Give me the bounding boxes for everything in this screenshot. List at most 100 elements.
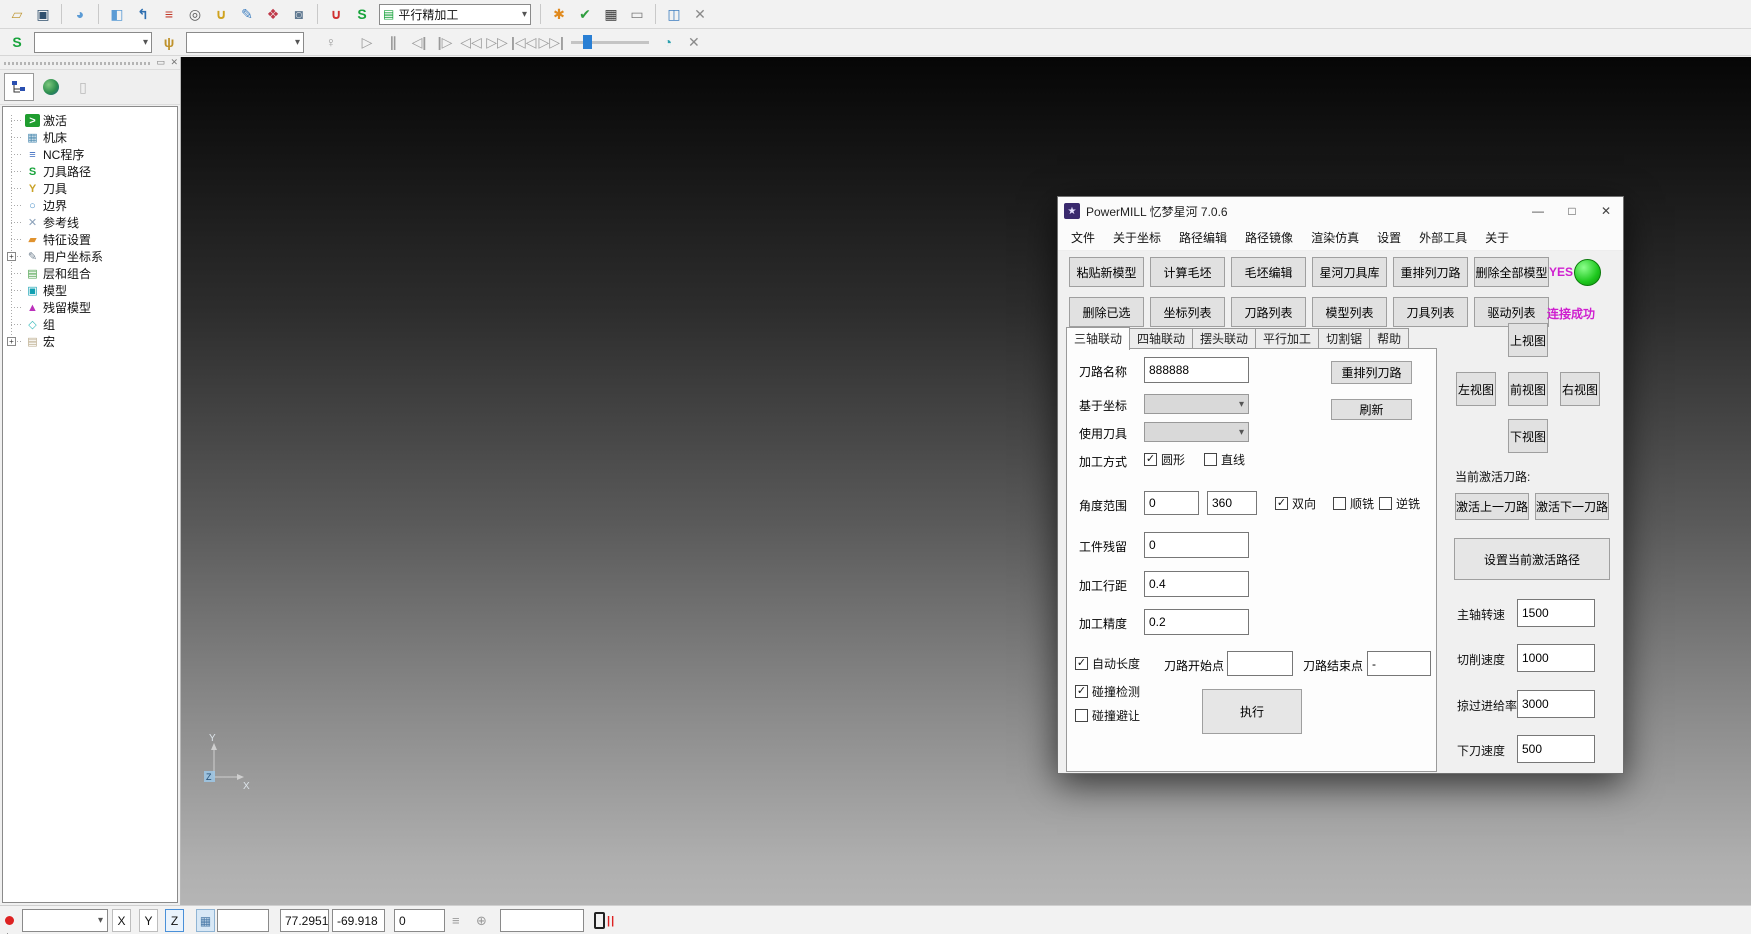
panel-grip[interactable]: ▭ ✕ [0,57,180,70]
coord-z-field[interactable]: 0 [394,909,445,932]
tab-帮助[interactable]: 帮助 [1370,328,1409,349]
boundary-icon[interactable]: ∪ [209,3,233,25]
view-top-button[interactable]: 上视图 [1508,323,1548,357]
menu-文件[interactable]: 文件 [1062,227,1104,249]
dialog-button-重排列刀路[interactable]: 重排列刀路 [1393,257,1468,287]
dialog-button-刀具列表[interactable]: 刀具列表 [1393,297,1468,327]
refresh-button[interactable]: 刷新 [1331,399,1412,420]
tab-三轴联动[interactable]: 三轴联动 [1066,327,1130,350]
close-button[interactable]: ✕ [1589,197,1623,225]
tree-item-groups[interactable]: ◇组 [3,316,177,333]
collision-check-icon[interactable]: ✱ [547,3,571,25]
dialog-button-坐标列表[interactable]: 坐标列表 [1150,297,1225,327]
conventional-checkbox[interactable] [1379,497,1392,510]
clipboard-icon[interactable]: || [594,909,615,932]
activate-next-toolpath-button[interactable]: 激活下一刀路 [1535,493,1609,520]
expand-plus-icon[interactable]: + [7,337,16,346]
view-right-button[interactable]: 右视图 [1560,372,1600,406]
grid-size-field[interactable] [217,909,269,932]
axis-z-button[interactable]: Z [165,909,184,932]
dialog-button-星河刀具库[interactable]: 星河刀具库 [1312,257,1387,287]
rewind-icon[interactable]: ◁◁ [459,31,483,53]
axis-y-button[interactable]: Y [139,909,158,932]
stepover-input[interactable] [1144,571,1249,597]
explorer-trash-tab[interactable]: ▯ [68,73,98,101]
slider-handle[interactable] [583,35,592,49]
explorer-globe-tab[interactable] [36,73,66,101]
pattern-icon[interactable]: ✎ [235,3,259,25]
coord-y-field[interactable]: -69.918 [332,909,385,932]
dialog-button-粘贴新模型[interactable]: 粘贴新模型 [1069,257,1144,287]
coord-x-field[interactable]: 77.2951 [280,909,329,932]
menu-渲染仿真[interactable]: 渲染仿真 [1302,227,1368,249]
reorder-toolpaths-button[interactable]: 重排列刀路 [1331,361,1412,384]
menu-关于[interactable]: 关于 [1476,227,1518,249]
angle-from-input[interactable] [1144,491,1199,515]
clock-icon[interactable]: ◔ [656,31,680,53]
start-point-input[interactable] [1227,651,1293,676]
tool-create-icon[interactable]: ◎ [183,3,207,25]
tree-item-patterns[interactable]: ✕参考线 [3,214,177,231]
viewport[interactable]: Y X Z ★ PowerMILL 忆梦星河 7.0.6 — □ ✕ 文件关于坐… [181,57,1751,905]
collision-avoid-checkbox[interactable] [1075,709,1088,722]
float-panel-icon[interactable]: ▭ [156,57,165,67]
tree-item-activate[interactable]: >激活 [3,112,177,129]
menu-设置[interactable]: 设置 [1368,227,1410,249]
dialog-button-模型列表[interactable]: 模型列表 [1312,297,1387,327]
close-toolbar-icon[interactable]: ✕ [682,31,706,53]
menu-外部工具[interactable]: 外部工具 [1410,227,1476,249]
view-bottom-button[interactable]: 下视图 [1508,419,1548,453]
end-point-input[interactable] [1367,651,1431,676]
dialog-button-刀路列表[interactable]: 刀路列表 [1231,297,1306,327]
calculator-icon[interactable]: ▦ [599,3,623,25]
angle-to-input[interactable] [1207,491,1257,515]
simulation-speed-slider[interactable] [571,34,649,50]
toolpath-create-icon[interactable]: ↰ [131,3,155,25]
dialog-button-毛坯编辑[interactable]: 毛坯编辑 [1231,257,1306,287]
auto-length-checkbox[interactable]: ✓ [1075,657,1088,670]
minimize-button[interactable]: — [1521,197,1555,225]
line-checkbox[interactable] [1204,453,1217,466]
tool-pair-icon[interactable]: ◫ [662,3,686,25]
block-icon[interactable]: ◧ [105,3,129,25]
tree-item-toolpaths[interactable]: S刀具路径 [3,163,177,180]
feature-set-icon[interactable]: ◙ [287,3,311,25]
close-toolbar-icon[interactable]: ✕ [688,3,712,25]
points-icon[interactable]: ❖ [261,3,285,25]
toolpath-name-input[interactable] [1144,357,1249,383]
execute-button[interactable]: 执行 [1202,689,1302,734]
tree-item-stock-models[interactable]: ▲残留模型 [3,299,177,316]
tree-item-workplanes[interactable]: +✎用户坐标系 [3,248,177,265]
set-active-path-button[interactable]: 设置当前激活路径 [1454,538,1610,580]
strategies-icon[interactable]: ∪ [324,3,348,25]
close-panel-icon[interactable]: ✕ [170,57,178,67]
tab-平行加工[interactable]: 平行加工 [1256,328,1319,349]
tree-item-nc-programs[interactable]: ≡NC程序 [3,146,177,163]
menu-路径编辑[interactable]: 路径编辑 [1170,227,1236,249]
nc-program-icon[interactable]: ≡ [157,3,181,25]
speed-field-input-3[interactable] [1517,735,1595,763]
shaded-view-icon[interactable]: ◕ [68,3,92,25]
view-front-button[interactable]: 前视图 [1508,372,1548,406]
tab-切割锯[interactable]: 切割锯 [1319,328,1370,349]
record-dot-icon[interactable] [5,916,14,925]
tree-item-feature-sets[interactable]: ▰特征设置 [3,231,177,248]
open-project-icon[interactable]: ▱ [5,3,29,25]
fast-forward-icon[interactable]: ▷▷ [485,31,509,53]
explorer-tree-tab[interactable] [4,73,34,101]
strategy-dropdown[interactable]: ▤平行精加工▾ [379,4,531,25]
bidirectional-checkbox[interactable]: ✓ [1275,497,1288,510]
view-left-button[interactable]: 左视图 [1456,372,1496,406]
menu-路径镜像[interactable]: 路径镜像 [1236,227,1302,249]
tool-select-dropdown[interactable]: ▾ [186,32,304,53]
picker-icon[interactable]: ⊕ [476,909,487,932]
menu-关于坐标[interactable]: 关于坐标 [1104,227,1170,249]
dialog-button-删除全部模型[interactable]: 删除全部模型 [1474,257,1549,287]
tree-item-macros[interactable]: +▤宏 [3,333,177,350]
axis-x-button[interactable]: X [112,909,131,932]
dialog-button-删除已选[interactable]: 删除已选 [1069,297,1144,327]
speed-field-input-1[interactable] [1517,644,1595,672]
toolpath-select-dropdown[interactable]: ▾ [34,32,152,53]
go-end-icon[interactable]: ▷▷| [538,31,563,53]
step-forward-icon[interactable]: |▷ [433,31,457,53]
